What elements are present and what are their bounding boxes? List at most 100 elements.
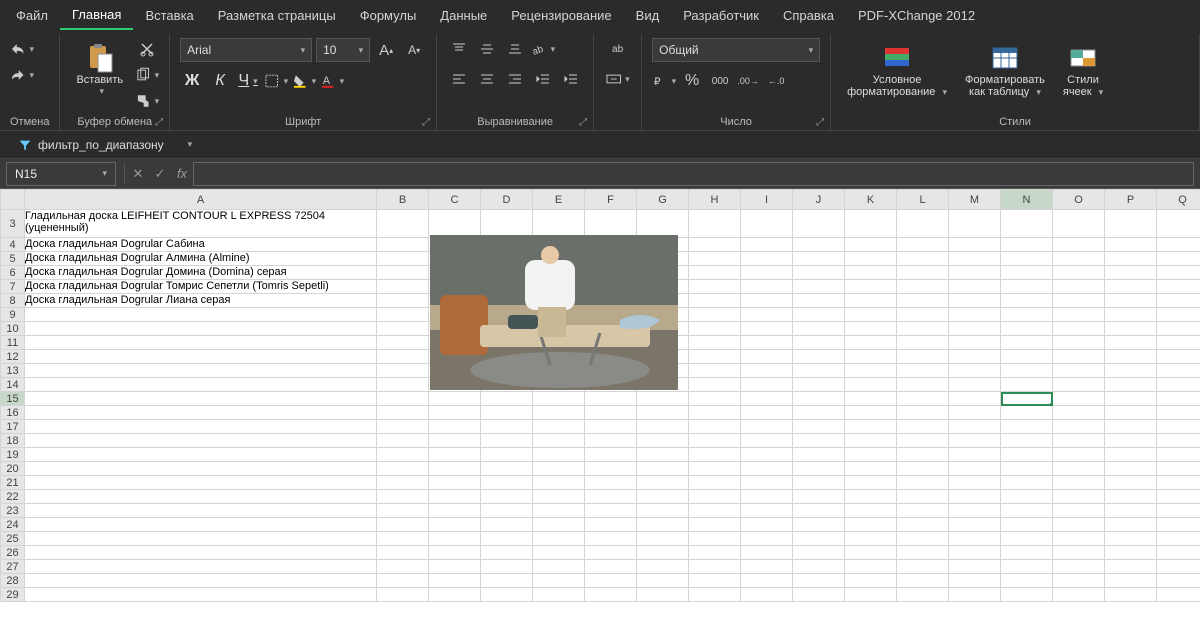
row-header-24[interactable]: 24 xyxy=(1,518,25,532)
cell-O4[interactable] xyxy=(1053,238,1105,252)
cell-B7[interactable] xyxy=(377,280,429,294)
row-header-28[interactable]: 28 xyxy=(1,574,25,588)
cell-O6[interactable] xyxy=(1053,266,1105,280)
cell-G27[interactable] xyxy=(637,560,689,574)
cell-N26[interactable] xyxy=(1001,546,1053,560)
cell-L23[interactable] xyxy=(897,504,949,518)
cell-K6[interactable] xyxy=(845,266,897,280)
cell-E20[interactable] xyxy=(533,462,585,476)
cell-N25[interactable] xyxy=(1001,532,1053,546)
cell-Q23[interactable] xyxy=(1157,504,1200,518)
cell-C3[interactable] xyxy=(429,210,481,238)
tab-developer[interactable]: Разработчик xyxy=(671,2,771,29)
cell-M25[interactable] xyxy=(949,532,1001,546)
col-header-N[interactable]: N xyxy=(1001,190,1053,210)
cell-D3[interactable] xyxy=(481,210,533,238)
cell-J9[interactable] xyxy=(793,308,845,322)
cell-C19[interactable] xyxy=(429,448,481,462)
col-header-F[interactable]: F xyxy=(585,190,637,210)
cell-C16[interactable] xyxy=(429,406,481,420)
cell-J16[interactable] xyxy=(793,406,845,420)
cell-P19[interactable] xyxy=(1105,448,1157,462)
cell-styles-button[interactable]: Стили ячеек ▾ xyxy=(1057,38,1109,102)
col-header-A[interactable]: A xyxy=(25,190,377,210)
cell-N23[interactable] xyxy=(1001,504,1053,518)
cell-F27[interactable] xyxy=(585,560,637,574)
cell-E18[interactable] xyxy=(533,434,585,448)
cell-G21[interactable] xyxy=(637,476,689,490)
cell-M15[interactable] xyxy=(949,392,1001,406)
cell-K25[interactable] xyxy=(845,532,897,546)
cell-P9[interactable] xyxy=(1105,308,1157,322)
cell-N10[interactable] xyxy=(1001,322,1053,336)
cell-F26[interactable] xyxy=(585,546,637,560)
cell-N18[interactable] xyxy=(1001,434,1053,448)
name-box[interactable]: N15▾ xyxy=(6,162,116,186)
increase-indent-button[interactable] xyxy=(559,68,583,90)
cell-H17[interactable] xyxy=(689,420,741,434)
cell-C29[interactable] xyxy=(429,588,481,602)
cell-N5[interactable] xyxy=(1001,252,1053,266)
cell-C27[interactable] xyxy=(429,560,481,574)
cell-M16[interactable] xyxy=(949,406,1001,420)
cell-N8[interactable] xyxy=(1001,294,1053,308)
cell-K15[interactable] xyxy=(845,392,897,406)
cell-J6[interactable] xyxy=(793,266,845,280)
cell-I14[interactable] xyxy=(741,378,793,392)
cell-A21[interactable] xyxy=(25,476,377,490)
font-name-select[interactable]: Arial▾ xyxy=(180,38,312,62)
cell-H22[interactable] xyxy=(689,490,741,504)
cell-I27[interactable] xyxy=(741,560,793,574)
cell-M29[interactable] xyxy=(949,588,1001,602)
cell-J22[interactable] xyxy=(793,490,845,504)
percent-format-button[interactable]: % xyxy=(680,70,704,92)
cell-F28[interactable] xyxy=(585,574,637,588)
cell-M20[interactable] xyxy=(949,462,1001,476)
cell-G3[interactable] xyxy=(637,210,689,238)
cell-Q18[interactable] xyxy=(1157,434,1200,448)
increase-decimal-button[interactable]: .00→ xyxy=(736,70,760,92)
cell-N11[interactable] xyxy=(1001,336,1053,350)
cell-F22[interactable] xyxy=(585,490,637,504)
font-size-select[interactable]: 10▾ xyxy=(316,38,370,62)
cell-P22[interactable] xyxy=(1105,490,1157,504)
cell-J8[interactable] xyxy=(793,294,845,308)
cell-M19[interactable] xyxy=(949,448,1001,462)
cell-J24[interactable] xyxy=(793,518,845,532)
row-header-29[interactable]: 29 xyxy=(1,588,25,602)
cell-H28[interactable] xyxy=(689,574,741,588)
cell-I25[interactable] xyxy=(741,532,793,546)
cell-K24[interactable] xyxy=(845,518,897,532)
cell-F15[interactable] xyxy=(585,392,637,406)
row-header-18[interactable]: 18 xyxy=(1,434,25,448)
cell-A8[interactable]: Доска гладильная Dogrular Лиана серая xyxy=(25,294,377,308)
align-left-button[interactable] xyxy=(447,68,471,90)
cell-D25[interactable] xyxy=(481,532,533,546)
cell-Q7[interactable] xyxy=(1157,280,1200,294)
cell-I4[interactable] xyxy=(741,238,793,252)
cell-K16[interactable] xyxy=(845,406,897,420)
cell-K10[interactable] xyxy=(845,322,897,336)
cell-J17[interactable] xyxy=(793,420,845,434)
cell-C22[interactable] xyxy=(429,490,481,504)
cell-P25[interactable] xyxy=(1105,532,1157,546)
cell-D17[interactable] xyxy=(481,420,533,434)
cell-B8[interactable] xyxy=(377,294,429,308)
cell-L21[interactable] xyxy=(897,476,949,490)
cell-O28[interactable] xyxy=(1053,574,1105,588)
cell-M13[interactable] xyxy=(949,364,1001,378)
cell-C18[interactable] xyxy=(429,434,481,448)
cell-P10[interactable] xyxy=(1105,322,1157,336)
cell-L20[interactable] xyxy=(897,462,949,476)
cell-N19[interactable] xyxy=(1001,448,1053,462)
cell-H7[interactable] xyxy=(689,280,741,294)
col-header-M[interactable]: M xyxy=(949,190,1001,210)
cell-B28[interactable] xyxy=(377,574,429,588)
cell-G25[interactable] xyxy=(637,532,689,546)
cell-L18[interactable] xyxy=(897,434,949,448)
cell-A5[interactable]: Доска гладильная Dogrular Алмина (Almine… xyxy=(25,252,377,266)
cell-J11[interactable] xyxy=(793,336,845,350)
cell-A7[interactable]: Доска гладильная Dogrular Томрис Сепетли… xyxy=(25,280,377,294)
cell-B25[interactable] xyxy=(377,532,429,546)
cell-K3[interactable] xyxy=(845,210,897,238)
